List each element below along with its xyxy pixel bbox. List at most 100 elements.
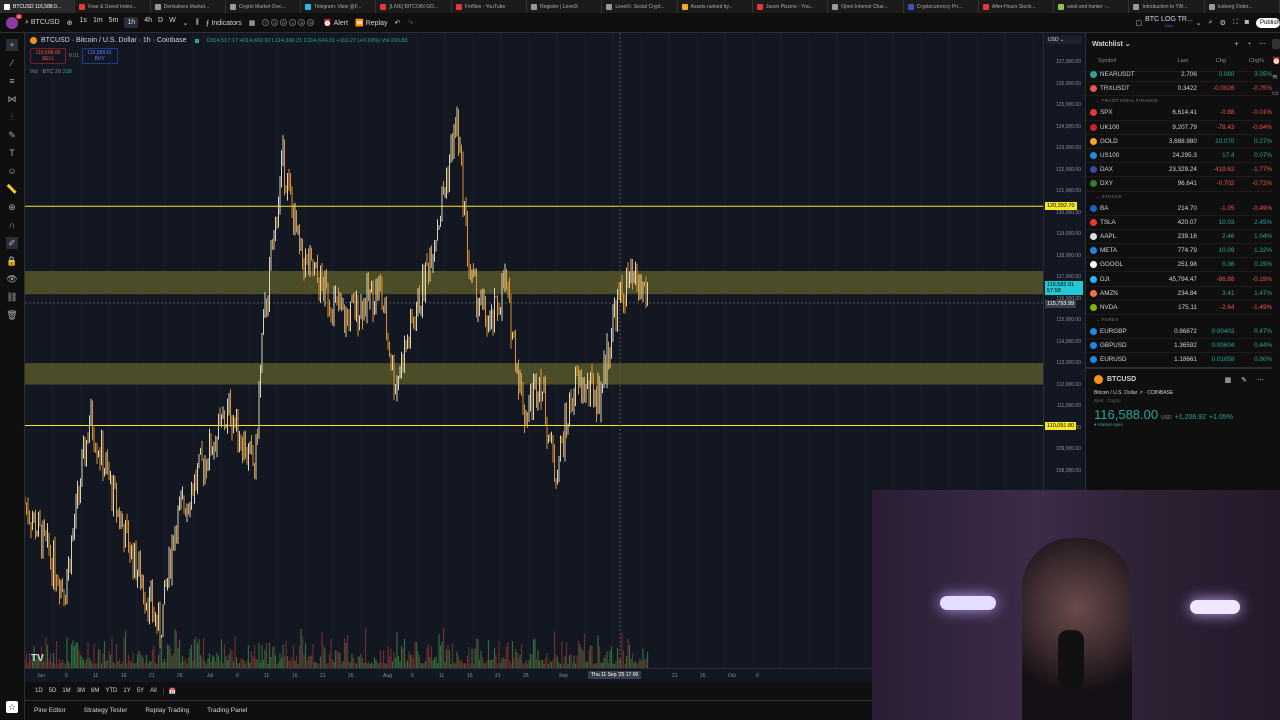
lock-icon[interactable]: 🔒 — [6, 255, 18, 267]
sell-button[interactable]: 116,588.00 SELL — [30, 48, 66, 64]
watchlist-row[interactable]: GOOGL 251.98 0.36 0.15% — [1086, 258, 1272, 273]
interval-4h[interactable]: 4h — [144, 17, 152, 28]
buy-button[interactable]: 116,588.01 BUY — [81, 48, 118, 64]
browser-tab[interactable]: Assets ranked by... — [678, 0, 753, 13]
magnet-icon[interactable]: ∩ — [6, 219, 18, 231]
browser-tab[interactable]: Open Interest Char... — [828, 0, 904, 13]
alerts-icon[interactable]: ⏰ — [1272, 57, 1280, 65]
chat-icon[interactable]: ▭ — [1272, 89, 1280, 97]
watchlist-row[interactable]: NVDA 175.11 -2.64 -1.49% — [1086, 301, 1272, 315]
shortcut-circle[interactable]: T — [262, 19, 270, 26]
browser-tab[interactable]: Iceberg Order... — [1205, 0, 1280, 13]
browser-tab[interactable]: Telegram: View @F... — [301, 0, 377, 13]
range-1m[interactable]: 1M — [62, 688, 70, 694]
column-header[interactable]: Symbol — [1090, 58, 1138, 64]
compare-add-icon[interactable]: ⊕ — [67, 19, 73, 27]
watchlist-row[interactable]: GOLD 3,688.980 10.070 0.27% — [1086, 135, 1272, 149]
interval-W[interactable]: W — [169, 17, 176, 28]
settings-gear-icon[interactable]: ⚙ — [1220, 19, 1226, 27]
bottom-tab[interactable]: Replay Trading — [145, 707, 189, 714]
watchlist-row[interactable]: DXY 96.641 -0.702 -0.72% — [1086, 177, 1272, 192]
details-name[interactable]: Bitcoin / U.S. Dollar — [1094, 390, 1137, 396]
more-icon[interactable]: ⋯ — [1257, 376, 1264, 384]
indicators-button[interactable]: ⨍ Indicators — [206, 19, 242, 27]
pencil-lock-icon[interactable]: ✐ — [6, 237, 18, 249]
browser-tab[interactable]: Jason Pizzino - You... — [753, 0, 829, 13]
symbol-search[interactable]: ⌕ BTCUSD — [25, 19, 60, 27]
more-icon[interactable]: ⋯ — [1259, 40, 1266, 48]
watchlist-row[interactable]: DJI 45,794.47 -86.88 -0.19% — [1086, 272, 1272, 287]
watchlist-row[interactable]: SPX 6,614.41 -0.88 -0.01% — [1086, 106, 1272, 121]
camera-icon[interactable]: ◙ — [1245, 19, 1249, 26]
range-ytd[interactable]: YTD — [105, 688, 117, 694]
chevron-down-icon[interactable]: ⌄ — [183, 19, 189, 27]
bottom-tab[interactable]: Strategy Tester — [84, 707, 128, 714]
grid-icon[interactable]: ▦ — [1225, 376, 1232, 384]
browser-tab[interactable]: After-Hours Stock... — [979, 0, 1055, 13]
bottom-tab[interactable]: Trading Panel — [207, 707, 247, 714]
goto-date-icon[interactable]: 📅 — [162, 687, 176, 695]
watchlist-row[interactable]: AMZN 234.84 3.41 1.47% — [1086, 287, 1272, 301]
trash-icon[interactable]: 🗑 — [6, 309, 18, 321]
undo-icon[interactable]: ↶ — [395, 19, 401, 27]
link-icon[interactable]: ⛓ — [6, 291, 18, 303]
watchlist-row[interactable]: US100 24,295.3 17.4 0.07% — [1086, 149, 1272, 164]
column-header[interactable]: Chg% — [1226, 58, 1264, 64]
interval-D[interactable]: D — [158, 17, 163, 28]
quick-search-icon[interactable]: ⌕ — [1209, 19, 1213, 27]
pie-chart-icon[interactable]: ◔ — [1247, 41, 1251, 48]
watchlist-icon[interactable] — [1272, 39, 1280, 49]
fib-icon[interactable]: ≡ — [6, 75, 18, 87]
text-icon[interactable]: T — [6, 147, 18, 159]
browser-tab[interactable]: Cryptocurrency Pri... — [904, 0, 979, 13]
shortcut-circle[interactable]: M — [307, 19, 315, 26]
pattern-icon[interactable]: ⋈ — [6, 93, 18, 105]
watchlist-row[interactable]: UK100 9,207.79 -78.43 -0.84% — [1086, 121, 1272, 135]
layers-icon[interactable]: ≋ — [1272, 73, 1280, 81]
fullscreen-icon[interactable]: ⛶ — [1233, 19, 1238, 27]
interval-1h[interactable]: 1h — [124, 17, 139, 28]
browser-tab[interactable]: [LIVE] BITCOIN GO... — [376, 0, 452, 13]
emoji-icon[interactable]: ☺ — [6, 165, 18, 177]
watchlist-title[interactable]: Watchlist — [1092, 41, 1123, 48]
watchlist-row[interactable]: GBPUSD 1.36592 0.00604 0.44% — [1086, 339, 1272, 354]
interval-1m[interactable]: 1m — [93, 17, 103, 28]
shortcut-circle[interactable]: N — [280, 19, 288, 26]
ruler-icon[interactable]: 📏 — [6, 183, 18, 195]
zoom-in-icon[interactable]: ⊕ — [6, 201, 18, 213]
projection-icon[interactable]: ⫶ — [6, 111, 18, 123]
range-1y[interactable]: 1Y — [123, 688, 130, 694]
candle-type-icon[interactable]: ⫼ — [196, 19, 199, 27]
watchlist-row[interactable]: EURGBP 0.86872 0.00403 0.47% — [1086, 325, 1272, 340]
shortcut-circle[interactable]: A — [298, 19, 306, 26]
column-header[interactable]: Last — [1138, 58, 1188, 64]
interval-1s[interactable]: 1s — [80, 17, 87, 28]
watchlist-row[interactable]: NEARUSDT 2.706 0.080 3.05% — [1086, 68, 1272, 83]
currency-select[interactable]: USD ⌄ — [1046, 36, 1082, 44]
edit-icon[interactable]: ✎ — [1241, 376, 1247, 384]
brush-icon[interactable]: ✎ — [6, 129, 18, 141]
layout-button[interactable]: ▢ BTC LOG TR... Save ⌄ — [1135, 16, 1201, 29]
redo-icon[interactable]: ↷ — [407, 19, 413, 27]
browser-tab[interactable]: LevelX: Social Crypt... — [602, 0, 678, 13]
watchlist-section[interactable]: ⌄ STOCKS — [1086, 192, 1272, 202]
browser-tab[interactable]: Register | LevelX — [527, 0, 603, 13]
watchlist-section[interactable]: ⌄ FOREX — [1086, 315, 1272, 325]
browser-tab[interactable]: Introduction to TW... — [1129, 0, 1205, 13]
column-header[interactable]: Chg — [1188, 58, 1226, 64]
publish-button[interactable]: Publish — [1256, 17, 1280, 28]
bottom-tab[interactable]: Pine Editor — [34, 707, 66, 714]
watchlist-row[interactable]: DAX 23,329.24 -419.62 -1.77% — [1086, 163, 1272, 178]
add-symbol-icon[interactable]: + — [1235, 41, 1239, 48]
watchlist-section[interactable]: ⌄ TRADITIONAL FINANCE — [1086, 96, 1272, 106]
trend-line-icon[interactable]: ⁄ — [6, 57, 18, 69]
shortcut-circle[interactable]: L — [289, 19, 297, 26]
range-all[interactable]: All — [150, 688, 157, 694]
range-3m[interactable]: 3M — [77, 688, 85, 694]
favorites-star-icon[interactable]: ☆ — [6, 701, 18, 713]
watchlist-row[interactable]: TRXUSDT 0.3422 -0.0026 -0.75% — [1086, 82, 1272, 97]
watchlist-row[interactable]: AAPL 239.16 2.46 1.04% — [1086, 230, 1272, 245]
shortcut-circle[interactable]: U — [271, 19, 279, 26]
browser-tab[interactable]: BTCUSD 116,588.0... — [0, 0, 76, 13]
watchlist-row[interactable]: TSLA 420.07 10.03 2.45% — [1086, 216, 1272, 230]
